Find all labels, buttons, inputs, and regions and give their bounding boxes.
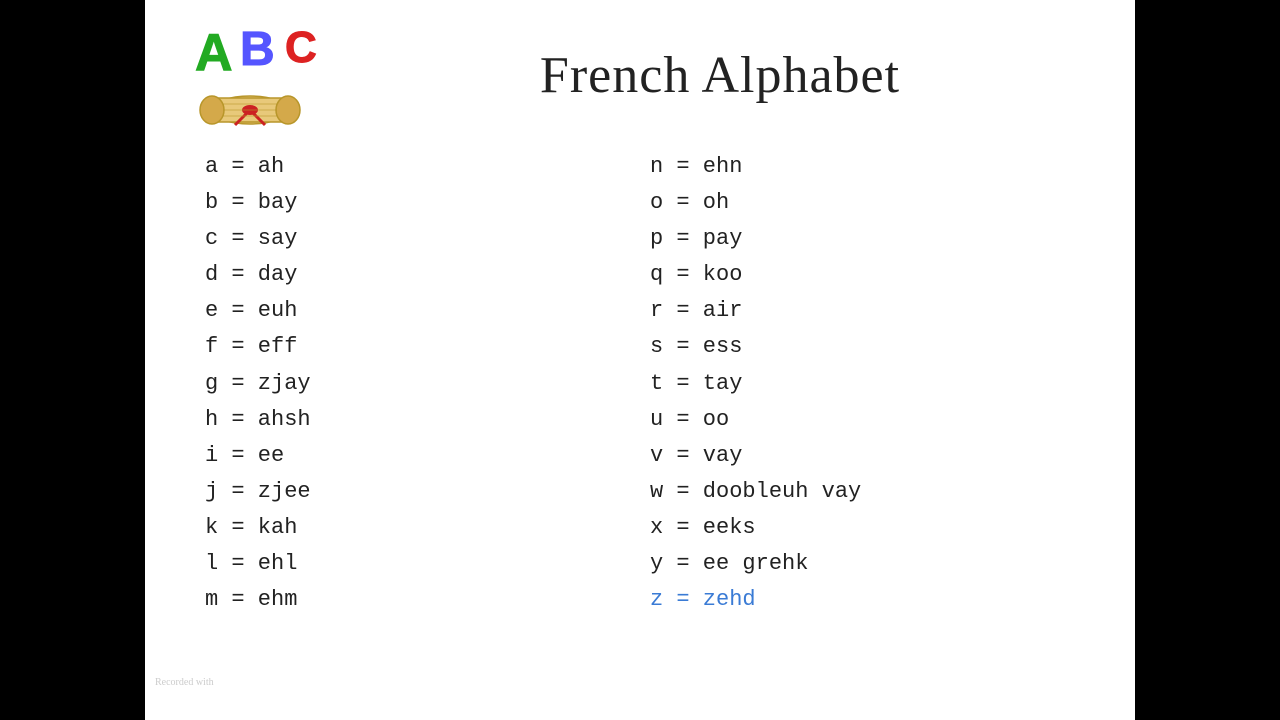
logo-area: A B C	[185, 10, 345, 140]
svg-text:B: B	[240, 23, 275, 76]
alphabet-row: j = zjee	[205, 475, 650, 509]
alphabet-row: i = ee	[205, 439, 650, 473]
alphabet-row: d = day	[205, 258, 650, 292]
alphabet-row: g = zjay	[205, 367, 650, 401]
svg-text:C: C	[285, 23, 317, 72]
alphabet-row: r = air	[650, 294, 1095, 328]
alphabet-row: y = ee grehk	[650, 547, 1095, 581]
footer: Recorded with SCREENCAST MATIC	[155, 677, 353, 710]
alphabet-row: k = kah	[205, 511, 650, 545]
alphabet-content: a = ahb = bayc = sayd = daye = euhf = ef…	[205, 150, 1095, 617]
page-title: French Alphabet	[345, 46, 1095, 105]
footer-recorded-label: Recorded with	[155, 677, 353, 688]
alphabet-row: a = ah	[205, 150, 650, 184]
slide: A B C French Alphabet	[145, 0, 1135, 720]
alphabet-row: z = zehd	[650, 583, 1095, 617]
alphabet-row: c = say	[205, 222, 650, 256]
alphabet-row: f = eff	[205, 330, 650, 364]
alphabet-row: w = doobleuh vay	[650, 475, 1095, 509]
footer-screencast-text: SCREENCAST	[155, 691, 275, 709]
alphabet-row: u = oo	[650, 403, 1095, 437]
footer-brand: SCREENCAST MATIC	[155, 690, 353, 710]
alphabet-row: x = eeks	[650, 511, 1095, 545]
alphabet-row: e = euh	[205, 294, 650, 328]
header: A B C French Alphabet	[185, 10, 1095, 140]
alphabet-row: v = vay	[650, 439, 1095, 473]
abc-logo: A B C	[185, 10, 340, 135]
alphabet-row: h = ahsh	[205, 403, 650, 437]
footer-omatic-text: MATIC	[303, 691, 352, 709]
alphabet-row: o = oh	[650, 186, 1095, 220]
alphabet-row: m = ehm	[205, 583, 650, 617]
right-column: n = ehno = ohp = payq = koor = airs = es…	[650, 150, 1095, 617]
svg-text:A: A	[195, 24, 233, 82]
footer-circle-icon	[279, 690, 299, 710]
left-column: a = ahb = bayc = sayd = daye = euhf = ef…	[205, 150, 650, 617]
alphabet-row: t = tay	[650, 367, 1095, 401]
alphabet-row: l = ehl	[205, 547, 650, 581]
alphabet-row: q = koo	[650, 258, 1095, 292]
alphabet-row: s = ess	[650, 330, 1095, 364]
alphabet-row: p = pay	[650, 222, 1095, 256]
alphabet-row: n = ehn	[650, 150, 1095, 184]
alphabet-row: b = bay	[205, 186, 650, 220]
